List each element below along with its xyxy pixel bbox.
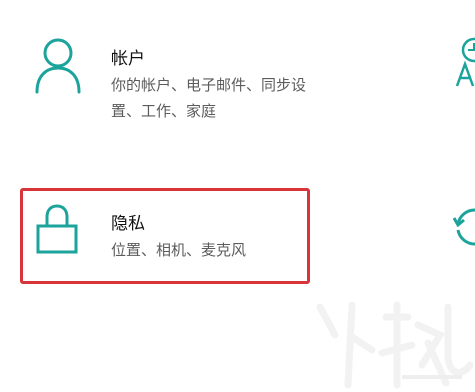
clock-language-icon xyxy=(455,37,475,87)
accounts-description: 你的帐户、电子邮件、同步设置、工作、家庭 xyxy=(111,76,307,120)
watermark-logo xyxy=(316,301,474,389)
privacy-description: 位置、相机、麦克风 xyxy=(111,241,247,259)
privacy-title: 隐私 xyxy=(111,214,145,234)
lock-icon xyxy=(36,204,78,254)
accounts-tile[interactable]: 帐户 你的帐户、电子邮件、同步设置、工作、家庭 xyxy=(20,22,310,142)
accounts-title: 帐户 xyxy=(111,49,145,69)
sync-icon xyxy=(452,208,475,246)
privacy-tile[interactable]: 隐私 位置、相机、麦克风 xyxy=(20,188,310,284)
update-security-tile[interactable] xyxy=(447,196,475,256)
site-watermark xyxy=(290,295,475,392)
person-icon xyxy=(35,38,81,94)
time-language-tile[interactable] xyxy=(447,36,475,92)
